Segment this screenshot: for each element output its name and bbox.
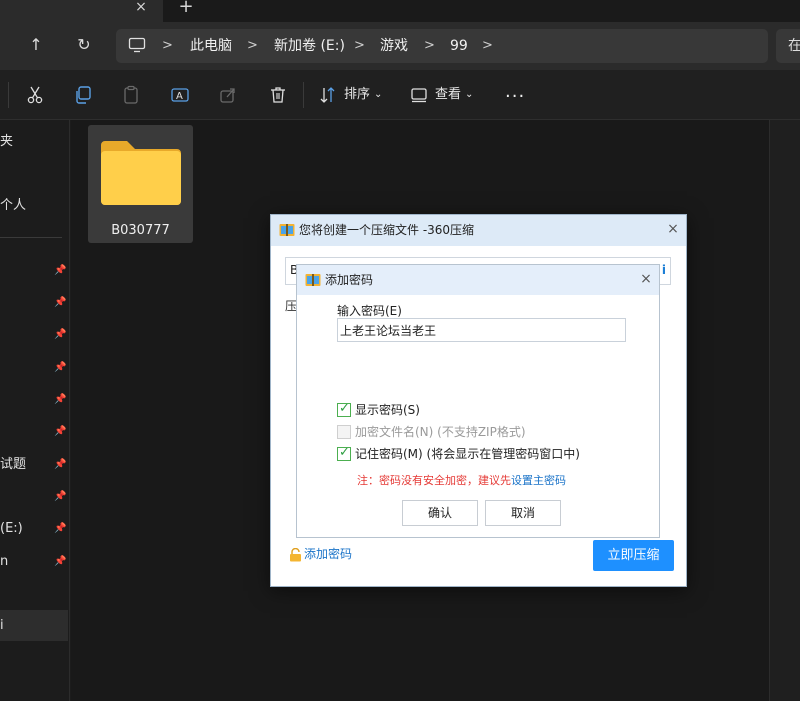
cancel-button[interactable]: 取消	[485, 500, 561, 526]
breadcrumb-games[interactable]: 游戏	[380, 37, 408, 55]
breadcrumb-chevron[interactable]: >	[482, 37, 493, 55]
folder-item[interactable]: B030777	[88, 125, 193, 243]
pin-icon: 📌	[54, 362, 67, 373]
dialog-title-bar[interactable]: 添加密码 ×	[297, 265, 659, 295]
tab-strip: × +	[0, 0, 800, 22]
tab-close-icon[interactable]: ×	[133, 0, 149, 16]
password-label: 输入密码(E)	[337, 304, 402, 318]
delete-icon[interactable]	[268, 85, 288, 105]
set-master-password-link[interactable]: 设置主密码	[511, 474, 566, 487]
dialog-title-bar[interactable]: 您将创建一个压缩文件 -360压缩 ×	[271, 215, 686, 246]
option-label: 记住密码(M) (将会显示在管理密码窗口中)	[355, 447, 580, 461]
breadcrumb-volume-e[interactable]: 新加卷 (E:)	[274, 37, 345, 55]
chevron-down-icon[interactable]: ⌄	[374, 85, 382, 105]
checkmark-icon: ✓	[339, 401, 350, 416]
dialog-title: 添加密码	[325, 273, 374, 287]
add-password-dialog: 添加密码 × 输入密码(E) ✓ 显示密码(S) 加密文件名(N) (不支持ZIP…	[296, 264, 660, 538]
remember-password-option[interactable]: ✓ 记住密码(M) (将会显示在管理密码窗口中)	[337, 445, 580, 462]
confirm-button[interactable]: 确认	[402, 500, 478, 526]
address-bar[interactable]: > 此电脑 > 新加卷 (E:) > 游戏 > 99 >	[116, 29, 768, 63]
rename-icon[interactable]: A	[170, 85, 190, 105]
sidebar-selected-item[interactable]	[0, 610, 68, 641]
close-icon[interactable]: ×	[665, 220, 681, 238]
pin-icon: 📌	[54, 265, 67, 276]
encrypt-filenames-option: 加密文件名(N) (不支持ZIP格式)	[337, 424, 526, 440]
more-options-icon[interactable]: ...	[505, 83, 525, 105]
command-bar: A 排序 ⌄ 查看 ⌄ ...	[0, 70, 800, 120]
pin-icon: 📌	[54, 491, 67, 502]
breadcrumb-chevron[interactable]: >	[247, 37, 258, 55]
refresh-icon[interactable]: ↻	[74, 35, 94, 55]
chevron-down-icon[interactable]: ⌄	[465, 85, 473, 105]
pin-icon: 📌	[54, 426, 67, 437]
archive-icon	[305, 274, 321, 286]
folder-name: B030777	[111, 223, 170, 238]
view-button-label[interactable]: 查看	[435, 85, 461, 105]
sort-button-label[interactable]: 排序	[344, 85, 370, 105]
add-password-link[interactable]: 添加密码	[289, 546, 352, 562]
pin-icon: 📌	[54, 556, 67, 567]
pin-icon: 📌	[54, 523, 67, 534]
breadcrumb-chevron[interactable]: >	[424, 37, 435, 55]
address-row: ↑ ↻ > 此电脑 > 新加卷 (E:) > 游戏 > 99 > 在	[0, 22, 800, 70]
view-icon[interactable]	[409, 85, 429, 105]
remember-password-checkbox[interactable]: ✓	[337, 445, 351, 461]
option-label: 显示密码(S)	[355, 403, 420, 417]
paste-icon[interactable]	[121, 85, 141, 105]
show-password-option[interactable]: ✓ 显示密码(S)	[337, 401, 420, 418]
sort-icon[interactable]	[318, 85, 338, 105]
sidebar-item-label[interactable]: 个人	[0, 197, 26, 215]
pin-icon: 📌	[54, 394, 67, 405]
copy-icon[interactable]	[73, 85, 93, 105]
show-password-checkbox[interactable]: ✓	[337, 401, 351, 417]
folder-icon	[101, 141, 181, 205]
password-input[interactable]	[337, 318, 626, 342]
lock-icon	[290, 547, 301, 561]
computer-icon	[128, 37, 146, 53]
sidebar-item-label[interactable]: i	[0, 617, 4, 635]
up-arrow-icon[interactable]: ↑	[26, 35, 46, 55]
info-icon[interactable]: i	[662, 263, 666, 277]
sidebar-item-label[interactable]: 夹	[0, 133, 13, 151]
archive-icon	[279, 224, 295, 236]
toolbar-divider	[303, 82, 304, 108]
encrypt-filenames-checkbox	[337, 425, 351, 439]
active-tab[interactable]: ×	[0, 0, 163, 22]
share-icon[interactable]	[218, 85, 238, 105]
sidebar-item-label[interactable]: (E:)	[0, 520, 23, 538]
add-password-text[interactable]: 添加密码	[304, 547, 352, 561]
pin-icon: 📌	[54, 297, 67, 308]
compress-now-button[interactable]: 立即压缩	[593, 540, 674, 571]
breadcrumb-99[interactable]: 99	[450, 37, 468, 55]
breadcrumb-chevron[interactable]: >	[354, 37, 365, 55]
search-box[interactable]: 在	[776, 29, 800, 63]
pin-icon: 📌	[54, 329, 67, 340]
pin-icon: 📌	[54, 459, 67, 470]
svg-text:A: A	[176, 91, 183, 102]
checkmark-icon: ✓	[339, 445, 350, 460]
option-label: 加密文件名(N) (不支持ZIP格式)	[355, 425, 526, 439]
details-pane	[769, 120, 800, 701]
sidebar-item-label[interactable]: n	[0, 553, 8, 571]
new-tab-button[interactable]: +	[178, 0, 194, 16]
cut-icon[interactable]	[25, 85, 45, 105]
security-note: 注：密码没有安全加密，建议先设置主密码	[357, 472, 566, 488]
toolbar-divider	[8, 82, 9, 108]
navigation-pane: 夹 个人 📌 📌 📌 📌 📌 📌 试题 📌 📌 (E:) 📌 n 📌 i	[0, 120, 70, 701]
breadcrumb-chevron[interactable]: >	[162, 37, 173, 55]
sidebar-divider	[0, 237, 62, 238]
breadcrumb-this-pc[interactable]: 此电脑	[190, 37, 232, 55]
dialog-title: 您将创建一个压缩文件 -360压缩	[299, 223, 475, 237]
sidebar-item-label[interactable]: 试题	[0, 456, 26, 474]
close-icon[interactable]: ×	[638, 270, 654, 288]
note-text: 注：密码没有安全加密，建议先	[357, 474, 511, 487]
